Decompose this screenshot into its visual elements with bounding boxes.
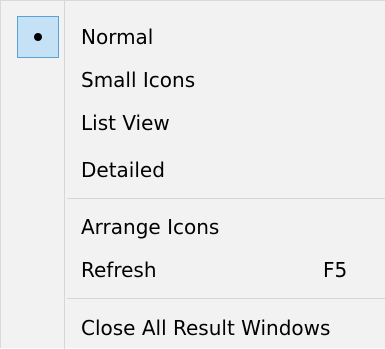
menu-item-shortcut: F5 (323, 258, 348, 282)
menu-item-small-icons[interactable]: Small Icons (1, 59, 385, 101)
menu-separator (67, 198, 385, 199)
menu-item-label: List View (81, 111, 170, 135)
menu-item-label: Normal (81, 25, 154, 49)
menu-item-arrange-icons[interactable]: Arrange Icons (1, 206, 385, 248)
menu-item-close-all-result-windows[interactable]: Close All Result Windows (1, 307, 385, 349)
menu-item-label: Small Icons (81, 68, 196, 92)
menu-separator (67, 298, 385, 299)
menu-item-detailed[interactable]: Detailed (1, 149, 385, 191)
menu-item-label: Refresh (81, 258, 157, 282)
menu-item-normal[interactable]: Normal (1, 16, 385, 58)
context-menu: Normal Small Icons List View Detailed Ar… (0, 0, 385, 349)
menu-item-list-view[interactable]: List View (1, 102, 385, 144)
menu-item-label: Close All Result Windows (81, 316, 331, 340)
menu-item-label: Detailed (81, 158, 165, 182)
menu-item-refresh[interactable]: Refresh F5 (1, 249, 385, 291)
menu-item-label: Arrange Icons (81, 215, 220, 239)
